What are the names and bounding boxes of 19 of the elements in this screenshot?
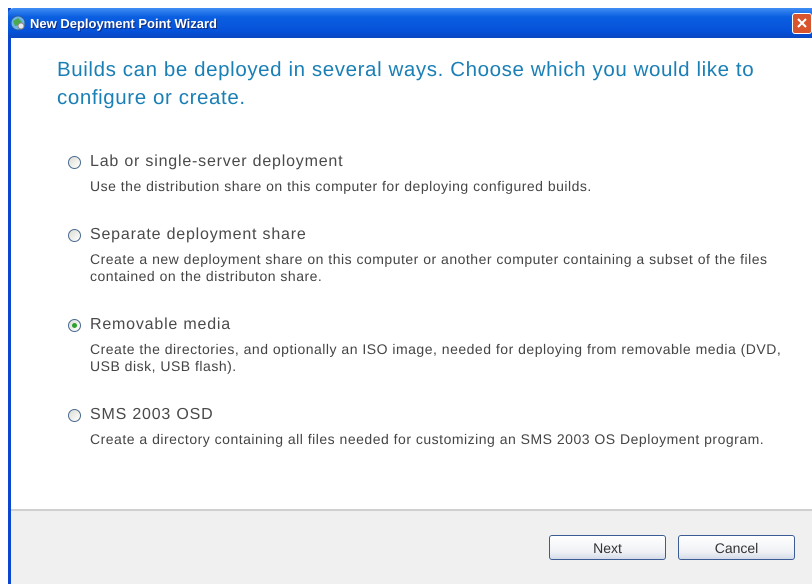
radio-button[interactable]	[68, 408, 81, 422]
close-icon	[797, 18, 807, 28]
wizard-button[interactable]: Cancel	[678, 535, 795, 560]
option-label[interactable]: Removable media	[90, 315, 231, 335]
option-description: Create a new deployment share on this computer or another computer containing a subset of the files contained on the distributon share.	[90, 251, 769, 285]
option-label[interactable]: SMS 2003 OSD	[90, 405, 214, 425]
radio-button[interactable]	[68, 228, 81, 242]
option-label[interactable]: Separate deployment share	[90, 225, 307, 245]
option-description: Use the distribution share on this computer for deploying configured builds.	[90, 178, 593, 195]
close-button[interactable]	[792, 12, 812, 34]
globe-disc-icon	[10, 15, 26, 31]
radio-button[interactable]	[68, 318, 81, 332]
window-title: New Deployment Point Wizard	[30, 16, 217, 30]
option-label[interactable]: Lab or single-server deployment	[90, 152, 344, 172]
option-description: Create a directory containing all files needed for customizing an SMS 2003 OS Deployment program.	[90, 431, 766, 448]
wizard-button[interactable]: Next	[549, 535, 666, 560]
radio-button[interactable]	[68, 156, 81, 168]
option-description: Create the directories, and optionally an ISO image, needed for deploying from removable media (DVD, USB disk, USB flash).	[90, 341, 782, 375]
wizard-heading: Builds can be deployed in several ways. Choose which you would like to configure or create.	[57, 57, 756, 111]
